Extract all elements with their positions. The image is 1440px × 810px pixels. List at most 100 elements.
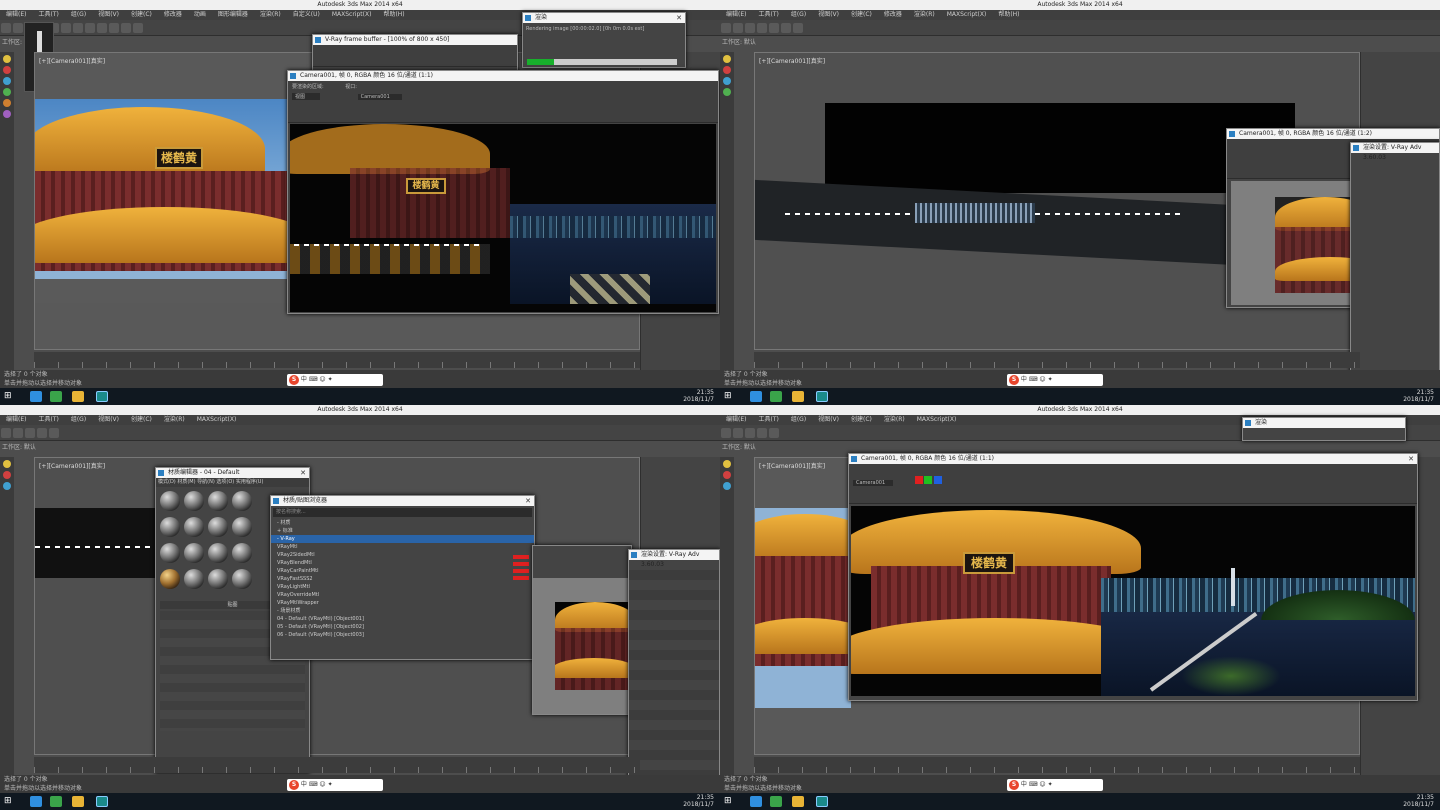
redo-icon[interactable] <box>13 23 23 33</box>
browser-icon[interactable] <box>750 796 762 807</box>
undo-icon[interactable] <box>1 428 11 438</box>
mirror-icon[interactable] <box>97 23 107 33</box>
blue-channel-toggle[interactable] <box>933 476 942 484</box>
menu-create[interactable]: 创建(C) <box>131 11 152 18</box>
browser-list-item[interactable]: + 标准 <box>271 527 534 535</box>
viewport-select[interactable]: Camera001 <box>357 94 402 100</box>
menu-customize[interactable]: 自定义(U) <box>293 11 320 18</box>
menu-tools[interactable]: 工具(T) <box>38 11 58 18</box>
material-slot[interactable] <box>208 491 228 511</box>
undo-icon[interactable] <box>721 23 731 33</box>
rotate-icon[interactable] <box>769 23 779 33</box>
browser-search[interactable]: 按名称搜索... <box>273 508 532 517</box>
menu-edit[interactable]: 编辑(E) <box>726 11 746 18</box>
menu-tools[interactable]: 工具(T) <box>758 11 778 18</box>
material-slot[interactable] <box>208 543 228 563</box>
windows-start-icon[interactable]: ⊞ <box>724 392 733 401</box>
snap-icon[interactable] <box>85 23 95 33</box>
menu-graph-editors[interactable]: 图形编辑器 <box>218 11 248 18</box>
scale-icon[interactable] <box>73 23 83 33</box>
light-icon[interactable] <box>3 55 11 63</box>
render-icon[interactable] <box>49 428 59 438</box>
ime-mode[interactable]: 中 <box>1021 781 1027 788</box>
menu-group[interactable]: 组(G) <box>791 11 806 18</box>
material-slot[interactable] <box>184 569 204 589</box>
browser-list-item[interactable]: - 场景材质 <box>271 607 534 615</box>
render-icon[interactable] <box>133 23 143 33</box>
render-icon[interactable] <box>793 23 803 33</box>
material-slot[interactable] <box>184 543 204 563</box>
material-slot[interactable] <box>184 517 204 537</box>
ime-toolbar[interactable]: S 中 ⌨ ☺ ✦ <box>1007 779 1103 791</box>
menu-modifiers[interactable]: 修改器 <box>164 11 182 18</box>
viewport-select[interactable]: Camera001 <box>853 480 893 486</box>
browser-list-item[interactable]: 04 - Default (VRayMtl) [Object001] <box>271 615 534 623</box>
ime-mode[interactable]: 中 <box>301 376 307 383</box>
helper-icon[interactable] <box>3 88 11 96</box>
windows-start-icon[interactable]: ⊞ <box>724 797 733 806</box>
menu-group[interactable]: 组(G) <box>71 416 86 423</box>
redo-icon[interactable] <box>733 428 743 438</box>
area-select[interactable]: 视图 <box>292 93 320 100</box>
render-setup-icon[interactable] <box>121 23 131 33</box>
material-slot[interactable] <box>208 569 228 589</box>
browser-list-item[interactable]: VRayMtl <box>271 543 534 551</box>
ime-toolbar[interactable]: S 中 ⌨ ☺ ✦ <box>287 374 383 386</box>
ime-mode[interactable]: 中 <box>1021 376 1027 383</box>
app-green-icon[interactable] <box>770 796 782 807</box>
material-slot[interactable] <box>160 517 180 537</box>
material-slot[interactable] <box>184 491 204 511</box>
light-icon[interactable] <box>723 460 731 468</box>
select-icon[interactable] <box>745 428 755 438</box>
app-green-icon[interactable] <box>50 391 62 402</box>
camera-icon[interactable] <box>723 77 731 85</box>
sphere-icon[interactable] <box>723 66 731 74</box>
menu-create[interactable]: 创建(C) <box>851 416 872 423</box>
windows-start-icon[interactable]: ⊞ <box>4 797 13 806</box>
rotate-icon[interactable] <box>61 23 71 33</box>
menu-edit[interactable]: 编辑(E) <box>6 416 26 423</box>
time-slider[interactable] <box>754 757 1360 773</box>
menu-material[interactable]: 材质(M) <box>177 479 195 485</box>
material-slot[interactable] <box>232 517 252 537</box>
material-slot[interactable] <box>208 517 228 537</box>
menu-maxscript[interactable]: MAXScript(X) <box>332 11 372 18</box>
browser-icon[interactable] <box>750 391 762 402</box>
folder-icon[interactable] <box>72 391 84 402</box>
move-icon[interactable] <box>37 428 47 438</box>
redo-icon[interactable] <box>733 23 743 33</box>
time-slider[interactable] <box>754 352 1360 368</box>
material-slot[interactable] <box>232 491 252 511</box>
sphere-icon[interactable] <box>3 471 11 479</box>
browser-list-item[interactable]: - V-Ray <box>271 535 534 543</box>
select-icon[interactable] <box>25 428 35 438</box>
menu-maxscript[interactable]: MAXScript(X) <box>197 416 237 423</box>
helper-icon[interactable] <box>723 88 731 96</box>
material-slot[interactable] <box>160 543 180 563</box>
app-green-icon[interactable] <box>770 391 782 402</box>
shape-icon[interactable] <box>3 99 11 107</box>
folder-icon[interactable] <box>72 796 84 807</box>
undo-icon[interactable] <box>1 23 11 33</box>
render-icon[interactable] <box>769 428 779 438</box>
menu-view[interactable]: 视图(V) <box>98 416 119 423</box>
browser-list-item[interactable]: 06 - Default (VRayMtl) [Object003] <box>271 631 534 639</box>
app-green-icon[interactable] <box>50 796 62 807</box>
system-icon[interactable] <box>3 110 11 118</box>
ime-mode[interactable]: 中 <box>301 781 307 788</box>
undo-icon[interactable] <box>721 428 731 438</box>
browser-list-item[interactable]: VRayFastSSS2 <box>271 575 534 583</box>
browser-list-item[interactable]: VRayMtlWrapper <box>271 599 534 607</box>
menu-view[interactable]: 视图(V) <box>98 11 119 18</box>
browser-list-item[interactable]: VRayOverrideMtl <box>271 591 534 599</box>
material-slot-active[interactable] <box>160 569 180 589</box>
menu-group[interactable]: 组(G) <box>71 11 86 18</box>
green-channel-toggle[interactable] <box>924 476 933 484</box>
select-icon[interactable] <box>745 23 755 33</box>
menu-rendering[interactable]: 渲染(R) <box>164 416 185 423</box>
browser-list-item[interactable]: VRayLightMtl <box>271 583 534 591</box>
menu-edit[interactable]: 编辑(E) <box>726 416 746 423</box>
menu-rendering[interactable]: 渲染(R) <box>914 11 935 18</box>
menu-view[interactable]: 视图(V) <box>818 416 839 423</box>
3dsmax-icon[interactable] <box>96 391 108 402</box>
